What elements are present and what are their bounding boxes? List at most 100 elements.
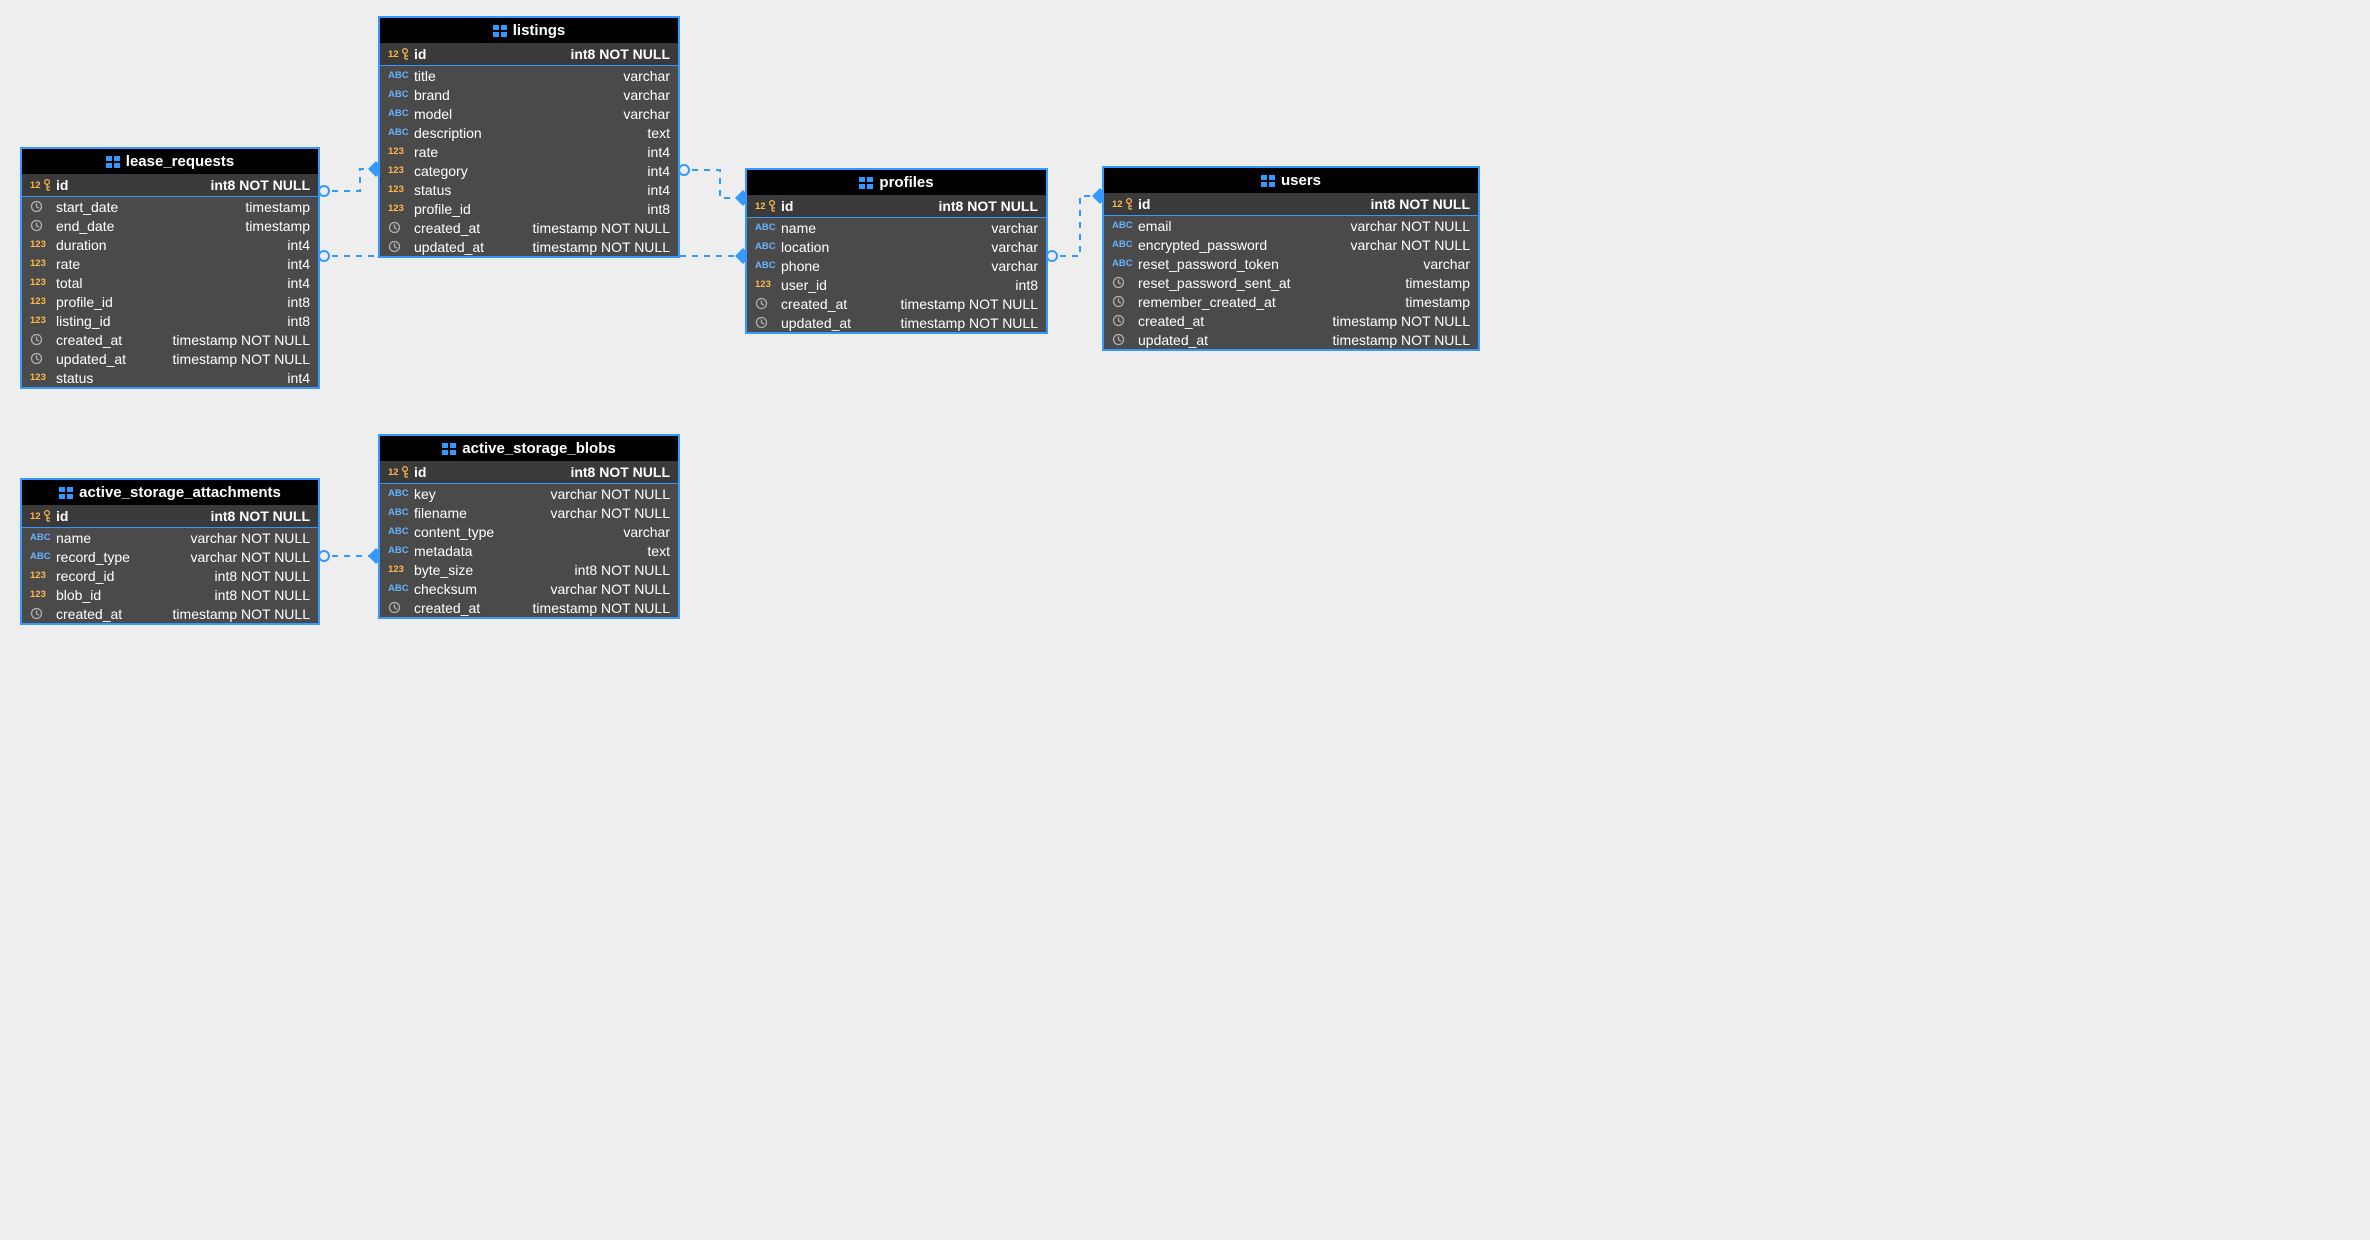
text-type-icon: ABC [388, 108, 414, 119]
text-type-icon: ABC [755, 241, 781, 252]
table-active-storage-attachments[interactable]: active_storage_attachments 12 id int8 NO… [20, 478, 320, 625]
text-type-icon: ABC [388, 488, 414, 499]
column-type: varchar NOT NULL [1177, 218, 1470, 234]
table-icon [106, 156, 120, 168]
column-row[interactable]: 123totalint4 [22, 273, 318, 292]
column-row[interactable]: updated_attimestamp NOT NULL [747, 313, 1046, 332]
column-row[interactable]: created_attimestamp NOT NULL [747, 294, 1046, 313]
table-title: active_storage_blobs [462, 440, 615, 457]
column-row[interactable]: 123profile_idint8 [380, 199, 678, 218]
table-active-storage-blobs[interactable]: active_storage_blobs 12 id int8 NOT NULL… [378, 434, 680, 619]
column-row[interactable]: ABCtitlevarchar [380, 66, 678, 85]
column-row[interactable]: 123byte_sizeint8 NOT NULL [380, 560, 678, 579]
text-type-icon: ABC [388, 70, 414, 81]
column-row[interactable]: 123statusint4 [22, 368, 318, 387]
column-row[interactable]: 123rateint4 [380, 142, 678, 161]
column-row[interactable]: end_datetimestamp [22, 216, 318, 235]
column-row[interactable]: ABCnamevarchar [747, 218, 1046, 237]
column-row[interactable]: 123record_idint8 NOT NULL [22, 566, 318, 585]
column-type: int8 [116, 313, 310, 329]
pk-icon: 12 [755, 200, 781, 212]
column-name: title [414, 68, 442, 84]
column-row[interactable]: reset_password_sent_attimestamp [1104, 273, 1478, 292]
text-type-icon: ABC [388, 89, 414, 100]
column-name: byte_size [414, 562, 479, 578]
numeric-type-icon: 123 [388, 146, 414, 157]
timestamp-type-icon [755, 297, 781, 310]
column-row[interactable]: ABCkeyvarchar NOT NULL [380, 484, 678, 503]
table-lease-requests[interactable]: lease_requests 12 id int8 NOT NULL start… [20, 147, 320, 389]
column-row[interactable]: created_attimestamp NOT NULL [1104, 311, 1478, 330]
column-row[interactable]: created_attimestamp NOT NULL [380, 598, 678, 617]
column-row[interactable]: created_attimestamp NOT NULL [22, 330, 318, 349]
column-row[interactable]: ABCfilenamevarchar NOT NULL [380, 503, 678, 522]
column-row[interactable]: 123categoryint4 [380, 161, 678, 180]
column-row[interactable]: ABCcontent_typevarchar [380, 522, 678, 541]
column-row[interactable]: remember_created_attimestamp [1104, 292, 1478, 311]
table-users[interactable]: users 12 id int8 NOT NULL ABCemailvarcha… [1102, 166, 1480, 351]
column-type: timestamp NOT NULL [1214, 332, 1470, 348]
column-name: total [56, 275, 88, 291]
column-row[interactable]: ABClocationvarchar [747, 237, 1046, 256]
column-name: created_at [56, 332, 128, 348]
column-type: varchar NOT NULL [136, 549, 310, 565]
table-icon [59, 487, 73, 499]
column-name: listing_id [56, 313, 116, 329]
table-profiles[interactable]: profiles 12 id int8 NOT NULL ABCnamevarc… [745, 168, 1048, 334]
table-header: users [1104, 168, 1478, 193]
column-row[interactable]: 123listing_idint8 [22, 311, 318, 330]
pk-row[interactable]: 12 id int8 NOT NULL [380, 43, 678, 66]
column-row[interactable]: updated_attimestamp NOT NULL [22, 349, 318, 368]
column-type: timestamp NOT NULL [128, 332, 310, 348]
column-row[interactable]: ABCdescriptiontext [380, 123, 678, 142]
column-type: varchar NOT NULL [473, 505, 670, 521]
column-name: location [781, 239, 835, 255]
column-type: timestamp NOT NULL [486, 220, 670, 236]
column-row[interactable]: updated_attimestamp NOT NULL [1104, 330, 1478, 349]
numeric-type-icon: 123 [388, 165, 414, 176]
table-header: listings [380, 18, 678, 43]
pk-row[interactable]: 12 id int8 NOT NULL [22, 505, 318, 528]
relationship-lines [0, 0, 1520, 800]
column-name: name [781, 220, 822, 236]
column-name: created_at [56, 606, 128, 622]
column-name: name [56, 530, 97, 546]
text-type-icon: ABC [1112, 220, 1138, 231]
column-type: text [478, 543, 670, 559]
column-row[interactable]: 123statusint4 [380, 180, 678, 199]
column-row[interactable]: ABCrecord_typevarchar NOT NULL [22, 547, 318, 566]
timestamp-type-icon [30, 352, 56, 365]
table-listings[interactable]: listings 12 id int8 NOT NULL ABCtitlevar… [378, 16, 680, 258]
column-row[interactable]: ABCphonevarchar [747, 256, 1046, 275]
column-row[interactable]: 123rateint4 [22, 254, 318, 273]
pk-row[interactable]: 12 id int8 NOT NULL [747, 195, 1046, 218]
column-row[interactable]: 123blob_idint8 NOT NULL [22, 585, 318, 604]
numeric-type-icon: 123 [30, 296, 56, 307]
column-type: int4 [86, 256, 310, 272]
column-row[interactable]: created_attimestamp NOT NULL [22, 604, 318, 623]
pk-row[interactable]: 12 id int8 NOT NULL [1104, 193, 1478, 216]
column-row[interactable]: created_attimestamp NOT NULL [380, 218, 678, 237]
numeric-type-icon: 123 [30, 589, 56, 600]
table-title: profiles [879, 174, 933, 191]
column-row[interactable]: ABCmetadatatext [380, 541, 678, 560]
column-row[interactable]: ABCreset_password_tokenvarchar [1104, 254, 1478, 273]
text-type-icon: ABC [755, 222, 781, 233]
pk-row[interactable]: 12 id int8 NOT NULL [380, 461, 678, 484]
column-row[interactable]: 123durationint4 [22, 235, 318, 254]
column-row[interactable]: ABCchecksumvarchar NOT NULL [380, 579, 678, 598]
column-row[interactable]: updated_attimestamp NOT NULL [380, 237, 678, 256]
column-row[interactable]: ABCmodelvarchar [380, 104, 678, 123]
column-row[interactable]: ABCbrandvarchar [380, 85, 678, 104]
column-type: varchar NOT NULL [1273, 237, 1470, 253]
column-row[interactable]: ABCemailvarchar NOT NULL [1104, 216, 1478, 235]
column-row[interactable]: 123user_idint8 [747, 275, 1046, 294]
column-row[interactable]: start_datetimestamp [22, 197, 318, 216]
numeric-type-icon: 123 [388, 203, 414, 214]
timestamp-type-icon [30, 219, 56, 232]
column-row[interactable]: ABCnamevarchar NOT NULL [22, 528, 318, 547]
column-row[interactable]: ABCencrypted_passwordvarchar NOT NULL [1104, 235, 1478, 254]
column-name: start_date [56, 199, 124, 215]
pk-row[interactable]: 12 id int8 NOT NULL [22, 174, 318, 197]
column-row[interactable]: 123profile_idint8 [22, 292, 318, 311]
